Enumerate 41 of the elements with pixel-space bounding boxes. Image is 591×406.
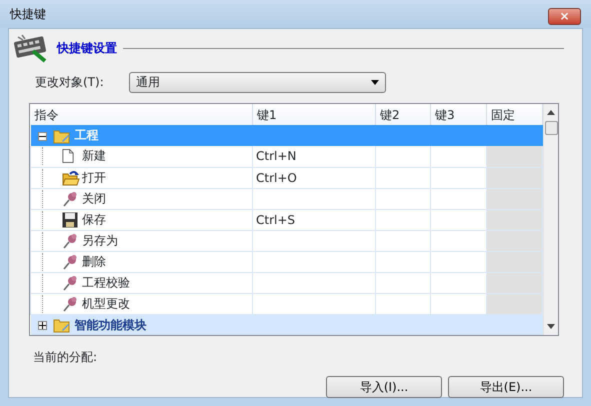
command-label: 保存: [82, 212, 106, 226]
scroll-down-icon[interactable]: [547, 324, 555, 329]
column-header[interactable]: 指令: [30, 104, 252, 125]
folder-icon: [62, 170, 80, 186]
column-header[interactable]: 键1: [252, 104, 376, 125]
command-label: 删除: [82, 254, 106, 268]
column-header[interactable]: 键3: [430, 104, 486, 125]
assignment-label: 当前的分配:: [33, 350, 98, 364]
group-label: 智能功能模块: [74, 318, 147, 332]
expand-icon[interactable]: [38, 320, 46, 330]
dialog-button[interactable]: 导入(I)...: [326, 376, 442, 398]
column-header[interactable]: 固定: [486, 104, 542, 125]
command-label: 新建: [82, 148, 106, 163]
caret-icon: [371, 80, 379, 84]
window-title: 快捷键: [10, 6, 46, 23]
folder-icon: [52, 318, 70, 333]
scroll-up-icon[interactable]: [547, 110, 555, 115]
document-icon: [62, 149, 74, 164]
target-dropdown[interactable]: 通用: [129, 72, 386, 92]
tree-group-row[interactable]: 智能功能模块: [30, 314, 542, 335]
collapse-icon[interactable]: [38, 132, 46, 141]
section-title: 快捷键设置: [57, 40, 117, 57]
command-label: 机型更改: [82, 296, 130, 310]
command-label: 关闭: [82, 190, 106, 205]
pushpin-icon: [62, 274, 78, 290]
shortcut-text: Ctrl+S: [256, 212, 296, 226]
command-label: 打开: [82, 170, 106, 184]
shortcut-text: Ctrl+O: [256, 170, 297, 184]
command-label: 工程校验: [82, 274, 130, 289]
column-header[interactable]: 键2: [376, 104, 430, 125]
pushpin-icon: [62, 190, 78, 206]
command-label: 另存为: [82, 232, 118, 247]
pushpin-icon: [62, 232, 78, 248]
shortcut-text: Ctrl+N: [256, 149, 296, 164]
folder-icon: [52, 128, 70, 144]
dialog-button[interactable]: 导出(E)...: [448, 376, 564, 398]
target-label: 更改对象(T):: [35, 74, 105, 91]
group-label: 工程: [74, 128, 99, 142]
pushpin-icon: [62, 296, 78, 312]
scroll-thumb[interactable]: [544, 121, 558, 135]
pushpin-icon: [62, 254, 78, 270]
